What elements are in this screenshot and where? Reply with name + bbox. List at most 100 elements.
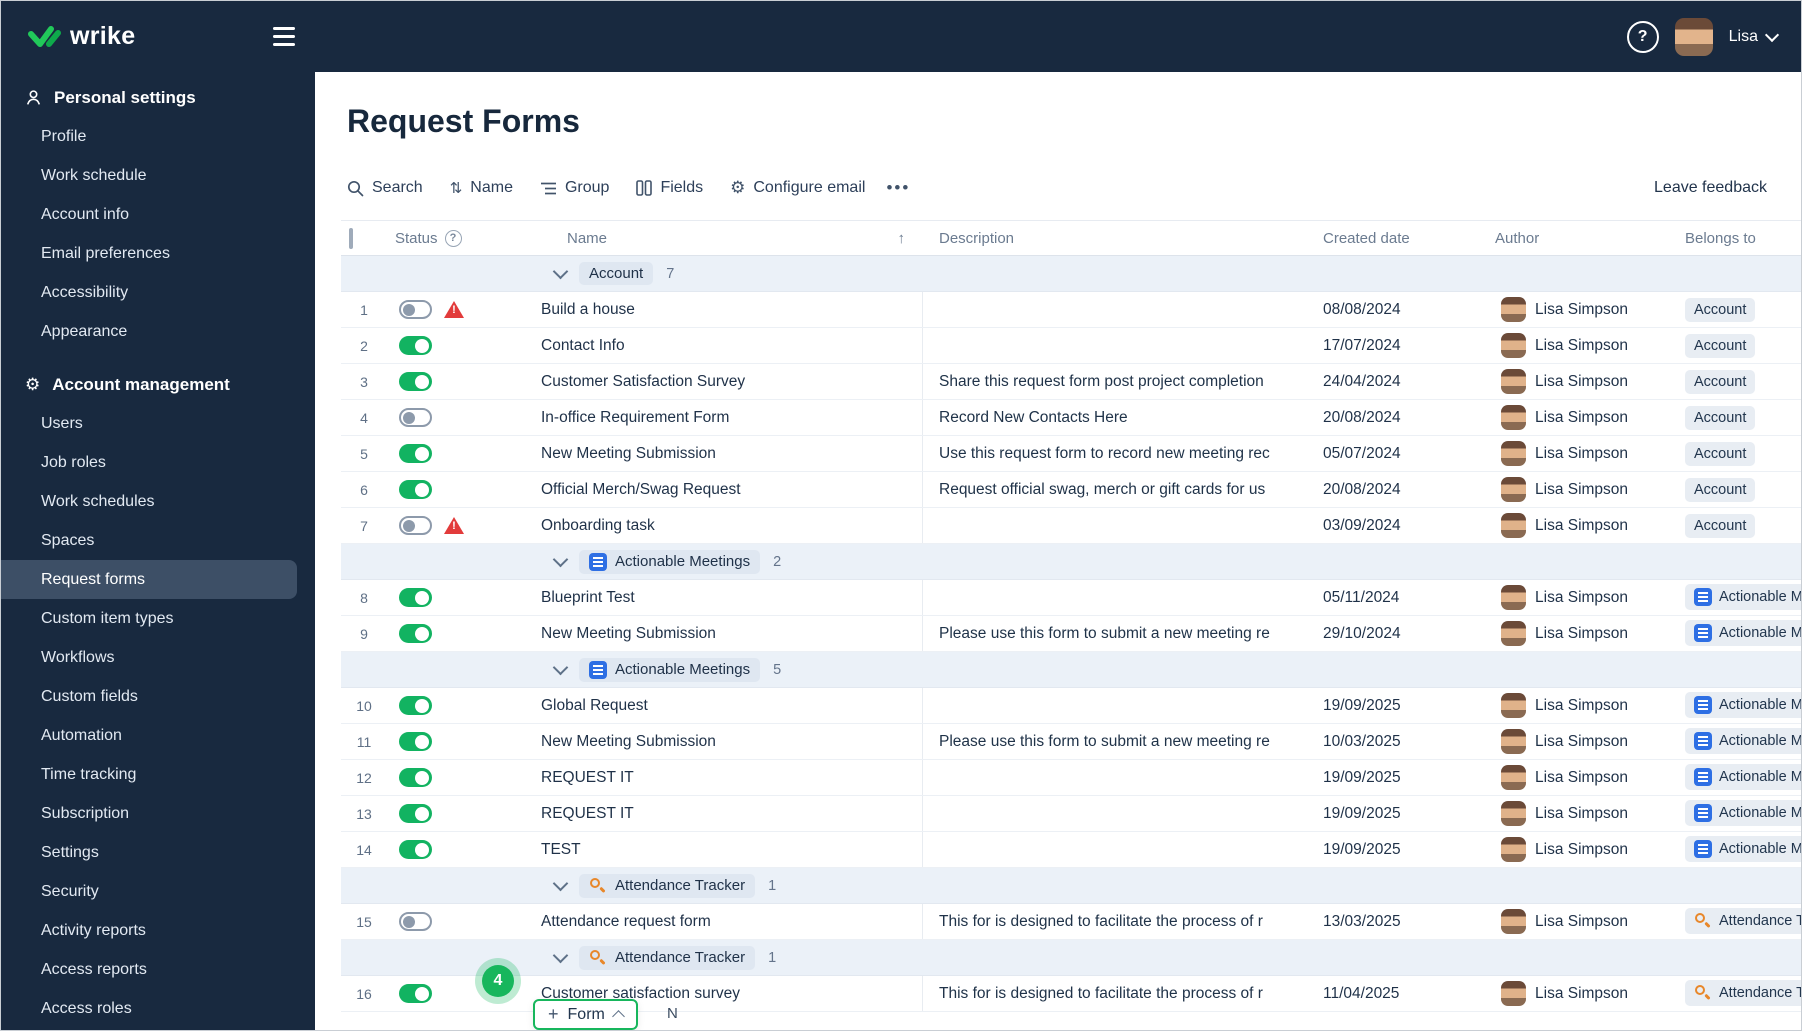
belongs-chip[interactable]: Attendance Tracker xyxy=(1685,908,1801,934)
form-name[interactable]: TEST xyxy=(511,832,923,867)
form-name[interactable]: Blueprint Test xyxy=(511,580,923,615)
belongs-chip[interactable]: Actionable Meetings xyxy=(1685,836,1801,862)
sidebar-item-custom-fields[interactable]: Custom fields xyxy=(1,677,315,716)
form-name[interactable]: Onboarding task xyxy=(511,508,923,543)
sidebar-item-custom-item-types[interactable]: Custom item types xyxy=(1,599,315,638)
sidebar-item-settings[interactable]: Settings xyxy=(1,833,315,872)
table-row[interactable]: 8 ! Blueprint Test 05/11/2024 Lisa Simps… xyxy=(341,580,1801,616)
sidebar-item-profile[interactable]: Profile xyxy=(1,117,315,156)
form-name[interactable]: New Meeting Submission xyxy=(511,436,923,471)
group-row[interactable]: Attendance Tracker 1 xyxy=(341,868,1801,904)
column-created-date[interactable]: Created date xyxy=(1323,230,1410,247)
status-toggle[interactable] xyxy=(399,516,432,535)
status-help-icon[interactable]: ? xyxy=(444,229,462,247)
form-name[interactable]: In-office Requirement Form xyxy=(511,400,923,435)
column-description[interactable]: Description xyxy=(939,230,1014,247)
sidebar-item-time-tracking[interactable]: Time tracking xyxy=(1,755,315,794)
form-name[interactable]: REQUEST IT xyxy=(511,796,923,831)
chevron-down-icon[interactable] xyxy=(552,263,569,279)
sidebar-item-email-preferences[interactable]: Email preferences xyxy=(1,234,315,273)
status-toggle[interactable] xyxy=(399,408,432,427)
belongs-chip[interactable]: Account xyxy=(1685,333,1756,358)
table-row[interactable]: 15 ! Attendance request form This for is… xyxy=(341,904,1801,940)
hamburger-menu-icon[interactable] xyxy=(273,27,295,46)
belongs-chip[interactable]: Attendance Tracker xyxy=(1685,980,1801,1006)
table-row[interactable]: 5 ! New Meeting Submission Use this requ… xyxy=(341,436,1801,472)
sidebar-item-appearance[interactable]: Appearance xyxy=(1,312,315,351)
search-button[interactable]: Search xyxy=(347,179,423,197)
belongs-chip[interactable]: Actionable Meetings xyxy=(1685,728,1801,754)
status-toggle[interactable] xyxy=(399,696,432,715)
belongs-chip[interactable]: Actionable Meetings xyxy=(1685,692,1801,718)
table-row[interactable]: 14 ! TEST 19/09/2025 Lisa Simpson Action… xyxy=(341,832,1801,868)
configure-email-button[interactable]: ⚙ Configure email xyxy=(730,178,865,198)
column-belongs-to[interactable]: Belongs to xyxy=(1685,230,1756,247)
form-name[interactable]: Official Merch/Swag Request xyxy=(511,472,923,507)
status-toggle[interactable] xyxy=(399,804,432,823)
status-toggle[interactable] xyxy=(399,480,432,499)
sidebar-item-access-roles[interactable]: Access roles xyxy=(1,989,315,1028)
sidebar-item-request-forms[interactable]: Request forms xyxy=(1,560,297,599)
group-row[interactable]: Account 7 xyxy=(341,256,1801,292)
belongs-chip[interactable]: Actionable Meetings xyxy=(1685,800,1801,826)
chevron-down-icon[interactable] xyxy=(552,947,569,963)
sidebar-item-account-info[interactable]: Account info xyxy=(1,195,315,234)
form-name[interactable]: New Meeting Submission xyxy=(511,616,923,651)
status-toggle[interactable] xyxy=(399,588,432,607)
sidebar-item-activity-reports[interactable]: Activity reports xyxy=(1,911,315,950)
chevron-down-icon[interactable] xyxy=(552,551,569,567)
belongs-chip[interactable]: Actionable Meetings xyxy=(1685,584,1801,610)
more-options-icon[interactable]: ••• xyxy=(886,178,910,198)
group-row[interactable]: Attendance Tracker 1 xyxy=(341,940,1801,976)
sidebar-item-users[interactable]: Users xyxy=(1,404,315,443)
table-row[interactable]: 11 ! New Meeting Submission Please use t… xyxy=(341,724,1801,760)
sort-button[interactable]: ⇅ Name xyxy=(450,179,513,197)
form-name[interactable]: Build a house xyxy=(511,292,923,327)
form-name[interactable]: REQUEST IT xyxy=(511,760,923,795)
table-row[interactable]: 4 ! In-office Requirement Form Record Ne… xyxy=(341,400,1801,436)
status-toggle[interactable] xyxy=(399,624,432,643)
status-toggle[interactable] xyxy=(399,984,432,1003)
status-toggle[interactable] xyxy=(399,732,432,751)
belongs-chip[interactable]: Account xyxy=(1685,441,1756,466)
table-row[interactable]: 1 ! Build a house 08/08/2024 Lisa Simpso… xyxy=(341,292,1801,328)
form-name[interactable]: Attendance request form xyxy=(511,904,923,939)
status-toggle[interactable] xyxy=(399,300,432,319)
table-row[interactable]: 13 ! REQUEST IT 19/09/2025 Lisa Simpson … xyxy=(341,796,1801,832)
user-avatar[interactable] xyxy=(1674,17,1713,56)
wrike-logo[interactable]: wrike xyxy=(27,22,135,51)
status-toggle[interactable] xyxy=(399,768,432,787)
fields-button[interactable]: Fields xyxy=(636,179,703,197)
table-row[interactable]: 7 ! Onboarding task 03/09/2024 Lisa Simp… xyxy=(341,508,1801,544)
status-toggle[interactable] xyxy=(399,840,432,859)
sidebar-item-spaces[interactable]: Spaces xyxy=(1,521,315,560)
sidebar-item-security[interactable]: Security xyxy=(1,872,315,911)
status-toggle[interactable] xyxy=(399,372,432,391)
table-row[interactable]: 6 ! Official Merch/Swag Request Request … xyxy=(341,472,1801,508)
sidebar-item-work-schedules[interactable]: Work schedules xyxy=(1,482,315,521)
group-row[interactable]: Actionable Meetings 2 xyxy=(341,544,1801,580)
select-all-checkbox[interactable] xyxy=(349,227,353,249)
form-name[interactable]: Contact Info xyxy=(511,328,923,363)
belongs-chip[interactable]: Actionable Meetings xyxy=(1685,620,1801,646)
form-name[interactable]: Global Request xyxy=(511,688,923,723)
add-form-button[interactable]: + Form xyxy=(533,999,638,1030)
status-toggle[interactable] xyxy=(399,336,432,355)
sidebar-item-access-reports[interactable]: Access reports xyxy=(1,950,315,989)
table-row[interactable]: 9 ! New Meeting Submission Please use th… xyxy=(341,616,1801,652)
leave-feedback-link[interactable]: Leave feedback xyxy=(1654,179,1801,197)
status-toggle[interactable] xyxy=(399,444,432,463)
help-icon[interactable]: ? xyxy=(1626,20,1659,53)
user-menu[interactable]: Lisa xyxy=(1729,27,1780,46)
table-row[interactable]: 12 ! REQUEST IT 19/09/2025 Lisa Simpson … xyxy=(341,760,1801,796)
sidebar-item-accessibility[interactable]: Accessibility xyxy=(1,273,315,312)
status-toggle[interactable] xyxy=(399,912,432,931)
chevron-down-icon[interactable] xyxy=(552,659,569,675)
sidebar-item-subscription[interactable]: Subscription xyxy=(1,794,315,833)
form-name[interactable]: Customer Satisfaction Survey xyxy=(511,364,923,399)
belongs-chip[interactable]: Account xyxy=(1685,369,1756,394)
form-name[interactable]: New Meeting Submission xyxy=(511,724,923,759)
sidebar-item-work-schedule[interactable]: Work schedule xyxy=(1,156,315,195)
table-row[interactable]: 2 ! Contact Info 17/07/2024 Lisa Simpson… xyxy=(341,328,1801,364)
group-row[interactable]: Actionable Meetings 5 xyxy=(341,652,1801,688)
